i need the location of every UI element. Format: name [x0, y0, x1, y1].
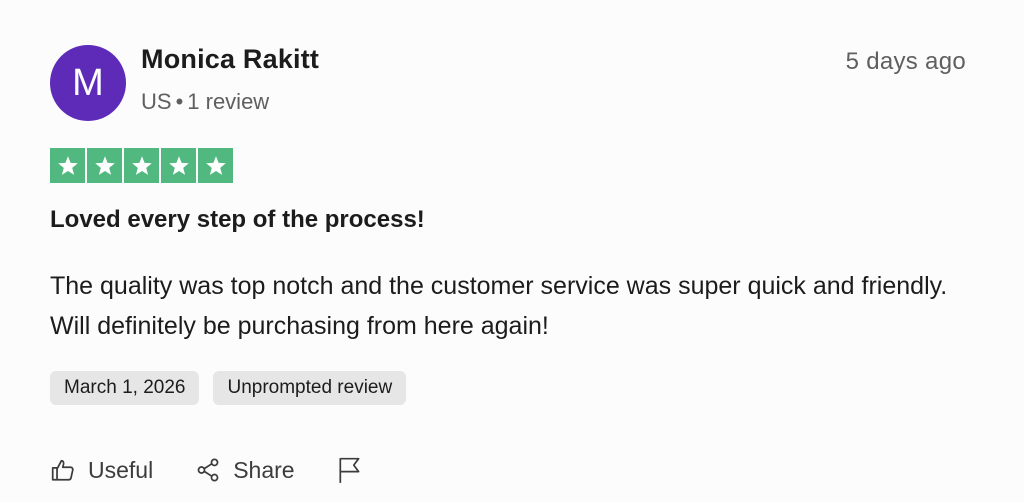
star-icon [87, 148, 122, 183]
review-type-tag[interactable]: Unprompted review [213, 371, 407, 405]
share-button[interactable]: Share [195, 456, 295, 484]
reviewer-review-count: 1 review [187, 89, 270, 114]
star-icon [50, 148, 85, 183]
review-actions: Useful Share [50, 456, 405, 484]
review-card: M Monica Rakitt US • 1 review 5 days ago L… [0, 0, 1024, 502]
useful-label: Useful [88, 456, 154, 483]
thumbs-up-icon [50, 457, 76, 483]
star-icon [124, 148, 159, 183]
avatar[interactable]: M [50, 45, 126, 121]
avatar-initial: M [72, 61, 104, 104]
posted-ago: 5 days ago [845, 48, 966, 75]
reviewer-name[interactable]: Monica Rakitt [141, 44, 319, 75]
review-date-tag: March 1, 2026 [50, 371, 200, 405]
star-rating [50, 148, 233, 183]
useful-button[interactable]: Useful [50, 457, 153, 484]
meta-separator: • [175, 89, 184, 114]
reviewer-meta: US • 1 review [141, 89, 269, 115]
review-title: Loved every step of the process! [50, 206, 425, 233]
review-body: The quality was top notch and the custom… [50, 272, 948, 340]
star-icon [161, 148, 196, 183]
reviewer-country: US [141, 89, 172, 114]
report-button[interactable] [337, 456, 363, 484]
star-icon [198, 148, 233, 183]
share-icon [195, 457, 221, 483]
review-tags: March 1, 2026 Unprompted review [50, 371, 407, 405]
share-label: Share [233, 456, 295, 483]
flag-icon [337, 456, 363, 484]
